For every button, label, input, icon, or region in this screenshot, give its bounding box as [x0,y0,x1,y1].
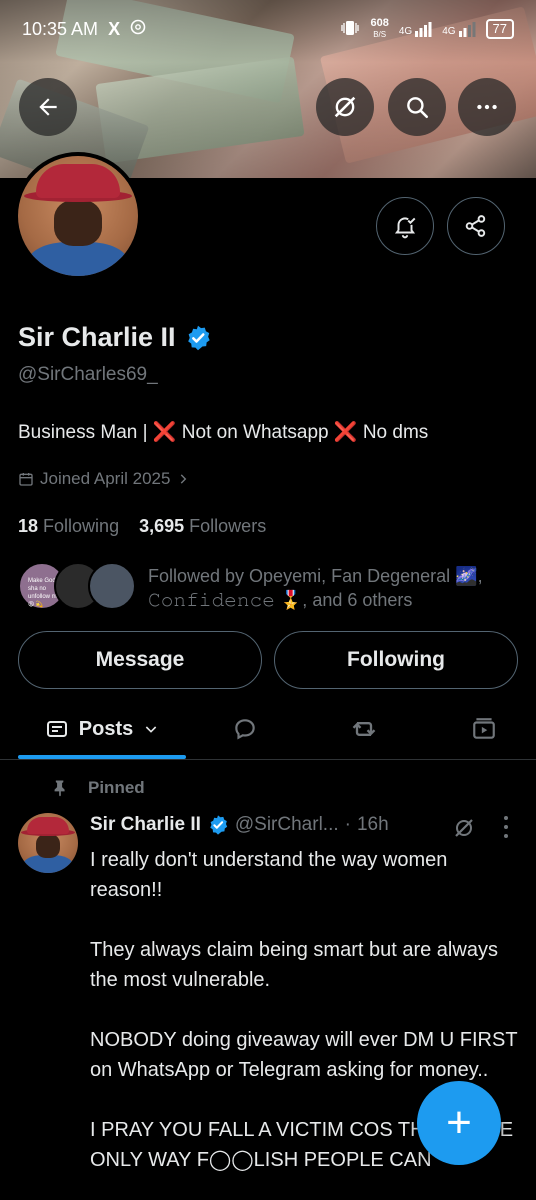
share-icon [465,215,486,237]
pinned-text: Pinned [88,778,145,797]
signal-icon-2: 4G [442,21,476,37]
following-button[interactable]: Following [274,631,518,689]
bell-check-icon [394,217,416,239]
more-vertical-icon [504,816,508,838]
grok-icon [455,819,473,837]
status-time: 10:35 AM [22,18,99,39]
tweet-paragraph: NOBODY doing giveaway will ever DM U FIR… [90,1029,518,1081]
notifications-button[interactable] [376,197,434,255]
chevron-right-icon [181,474,187,484]
tweet-paragraph: They always claim being smart but are al… [90,939,498,991]
calendar-icon [19,473,33,486]
data-rate: 608 B/S [370,18,388,40]
tweet-paragraph: I really don't understand the way women … [90,849,448,901]
chevron-down-icon [146,726,157,733]
profile-handle: @SirCharles69_ [18,364,158,385]
threads-icon [130,19,146,40]
avatar-shirt [28,242,128,276]
battery-icon: 77 [485,19,514,39]
profile-name-text: Sir Charlie II [18,322,176,352]
avatar-face [36,834,60,858]
arrow-left-icon [39,98,57,116]
active-tab-indicator [18,755,186,759]
tweet-more-button[interactable] [500,814,512,840]
tab-media[interactable] [454,698,514,760]
verified-badge-icon[interactable] [184,324,212,352]
followers-count: 3,695 [139,516,185,536]
joined-text: Joined April 2025 [40,469,171,488]
avatar-face [54,200,102,246]
tweet-time[interactable]: 16h [357,814,389,836]
status-right: 608 B/S 4G 4G 77 [340,18,514,40]
tab-posts[interactable]: Posts [18,698,186,760]
share-button[interactable] [447,197,505,255]
followed-by-text: Followed by Opeyemi, Fan Degeneral 🌌, 𝙲𝚘… [148,566,483,610]
grok-button[interactable] [316,78,374,136]
tweet-author-name[interactable]: Sir Charlie II [90,814,201,836]
cross-mark-icon: ❌ [152,422,177,443]
more-button[interactable] [458,78,516,136]
follow-stats: 18 Following 3,695 Followers [18,516,266,537]
cross-mark-icon: ❌ [333,422,358,443]
network-type-2: 4G [442,26,456,37]
profile-tabs: Posts [0,698,536,760]
bio-text: Not on Whatsapp [176,422,334,443]
following-stat[interactable]: 18 Following [18,516,119,536]
tab-replies[interactable] [215,698,275,760]
data-rate-value: 608 [370,17,389,29]
tweet-grok-button[interactable] [452,816,476,845]
profile-name: Sir Charlie II [18,322,212,353]
media-icon [473,718,495,739]
reply-bubble-icon [235,719,255,740]
signal-icon: 4G [399,21,432,37]
tweet-header: Sir Charlie II @SirCharl... · 16h [90,814,389,836]
tweet-avatar[interactable] [18,813,78,873]
avatar-hat [36,164,120,198]
followed-by[interactable]: Make God sha no unfollow me 😩 💫 Followed… [18,562,518,612]
posts-icon [46,721,67,737]
plus-icon: + [446,1098,472,1147]
network-type: 4G [398,26,413,37]
verified-badge-icon [210,815,228,835]
grok-icon [334,96,356,118]
avatar-hat [27,817,69,834]
avatar-photo [18,156,138,276]
tab-reposts[interactable] [334,698,394,760]
following-count: 18 [18,516,39,536]
status-bar: 10:35 AM X 608 B/S 4G 4G 77 [0,0,536,58]
tweet-time-separator: · [344,814,351,835]
bio-text: No dms [357,422,429,443]
tweet-author-handle[interactable]: @SirCharl... [235,814,339,836]
following-label: Following [43,516,120,536]
tab-posts-label: Posts [78,717,134,740]
followers-stat[interactable]: 3,695 Followers [139,516,266,536]
more-horizontal-icon [477,104,497,110]
profile-bio: Business Man | ❌ Not on Whatsapp ❌ No dm… [18,420,428,444]
profile-avatar[interactable] [14,152,142,280]
followers-label: Followers [189,516,267,536]
search-icon [407,97,429,119]
data-rate-unit: B/S [373,30,387,39]
pinned-label: Pinned [50,778,145,798]
repost-icon [352,722,376,736]
x-app-icon: X [108,18,121,39]
vibrate-icon [340,20,360,39]
compose-button[interactable]: + [417,1081,501,1165]
back-button[interactable] [19,78,77,136]
joined-date[interactable]: Joined April 2025 [18,469,190,489]
bio-text: Business Man | [18,422,153,443]
message-button[interactable]: Message [18,631,262,689]
follower-avatar [88,562,136,610]
search-button[interactable] [388,78,446,136]
pin-icon [54,780,65,797]
